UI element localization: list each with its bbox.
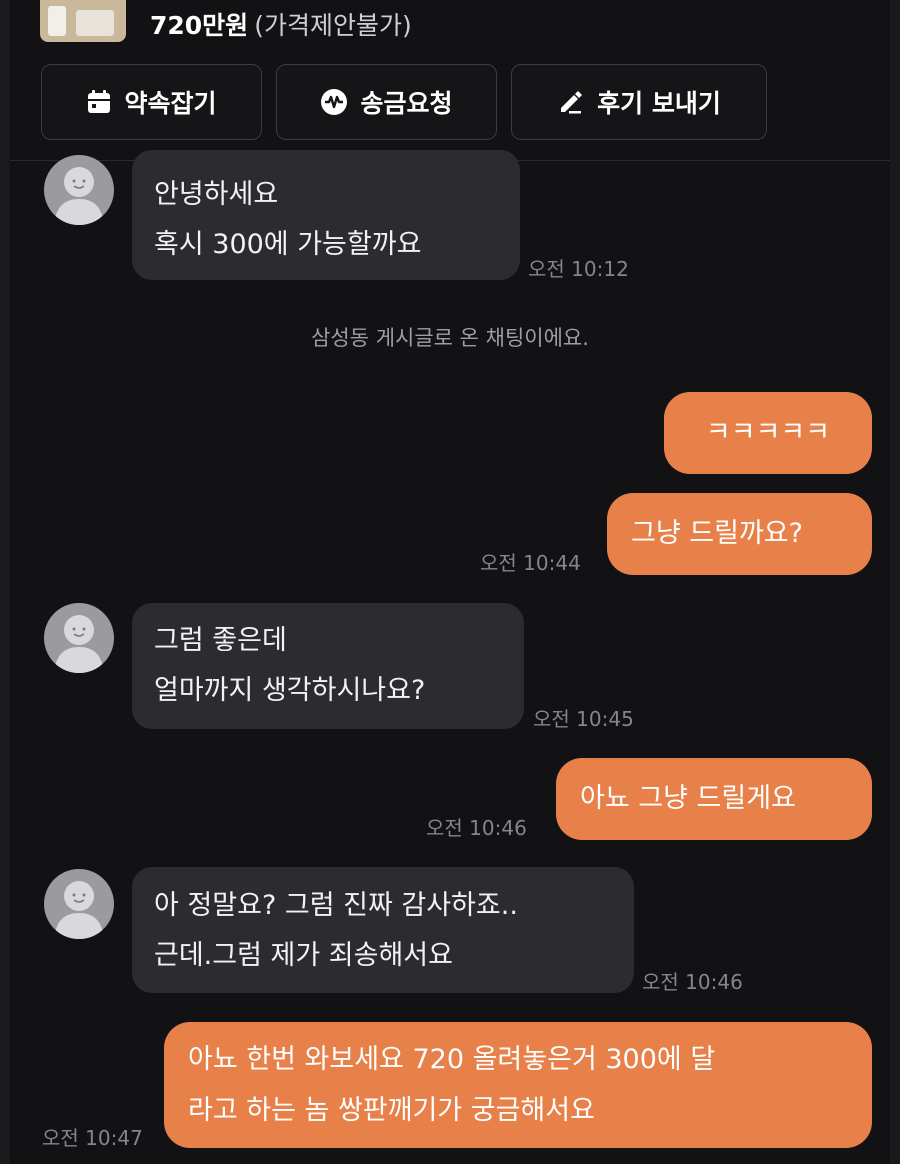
message-line: 얼마까지 생각하시나요?	[154, 675, 426, 706]
message-line: 안녕하세요	[154, 179, 279, 210]
message-text: ㅋㅋㅋㅋㅋ	[705, 417, 831, 448]
message-time: 오전 10:44	[480, 551, 581, 575]
pencil-icon	[557, 88, 585, 116]
message-bubble-outgoing: ㅋㅋㅋㅋㅋ	[664, 392, 872, 474]
payment-request-button[interactable]: 송금요청	[276, 64, 497, 140]
chat-screen: 720만원 (가격제안불가) 약속잡기 송금요청 후기 보내기 안녕하세요 혹시…	[10, 0, 890, 1164]
calendar-icon	[86, 89, 112, 115]
message-time: 오전 10:46	[642, 970, 743, 994]
system-notice: 삼성동 게시글로 온 채팅이에요.	[311, 326, 589, 350]
avatar[interactable]	[44, 869, 114, 939]
message-bubble-outgoing: 그냥 드릴까요?	[607, 493, 872, 575]
message-text: 아뇨 그냥 드릴게요	[580, 783, 796, 814]
send-review-label: 후기 보내기	[597, 89, 721, 118]
message-time: 오전 10:46	[426, 816, 527, 840]
avatar[interactable]	[44, 155, 114, 225]
payment-request-label: 송금요청	[360, 89, 453, 118]
message-time: 오전 10:45	[533, 707, 634, 731]
message-line: 그럼 좋은데	[154, 625, 287, 656]
avatar[interactable]	[44, 603, 114, 673]
product-price: 720만원	[150, 11, 249, 40]
message-text: 그냥 드릴까요?	[631, 518, 803, 549]
message-bubble-outgoing: 아뇨 그냥 드릴게요	[556, 758, 872, 840]
product-thumbnail[interactable]	[40, 0, 126, 42]
message-bubble-incoming: 아 정말요? 그럼 진짜 감사하죠.. 근데.그럼 제가 죄송해서요	[132, 867, 634, 993]
message-line: 아 정말요? 그럼 진짜 감사하죠..	[154, 890, 518, 921]
message-time: 오전 10:47	[42, 1126, 143, 1150]
message-line: 아뇨 한번 와보세요 720 올려놓은거 300에 달	[188, 1044, 716, 1075]
pay-icon	[320, 88, 348, 116]
price-note: (가격제안불가)	[254, 11, 412, 40]
schedule-button[interactable]: 약속잡기	[41, 64, 262, 140]
chat-header: 720만원 (가격제안불가) 약속잡기 송금요청 후기 보내기	[10, 0, 890, 161]
schedule-label: 약속잡기	[124, 89, 217, 118]
message-time: 오전 10:12	[528, 257, 629, 281]
product-price-row: 720만원 (가격제안불가)	[150, 6, 412, 42]
message-bubble-incoming: 안녕하세요 혹시 300에 가능할까요	[132, 150, 520, 280]
message-line: 라고 하는 놈 쌍판깨기가 궁금해서요	[188, 1095, 595, 1126]
send-review-button[interactable]: 후기 보내기	[511, 64, 767, 140]
message-line: 근데.그럼 제가 죄송해서요	[154, 940, 453, 971]
message-bubble-outgoing: 아뇨 한번 와보세요 720 올려놓은거 300에 달 라고 하는 놈 쌍판깨기…	[164, 1022, 872, 1148]
message-bubble-incoming: 그럼 좋은데 얼마까지 생각하시나요?	[132, 603, 524, 729]
message-line: 혹시 300에 가능할까요	[154, 229, 422, 260]
